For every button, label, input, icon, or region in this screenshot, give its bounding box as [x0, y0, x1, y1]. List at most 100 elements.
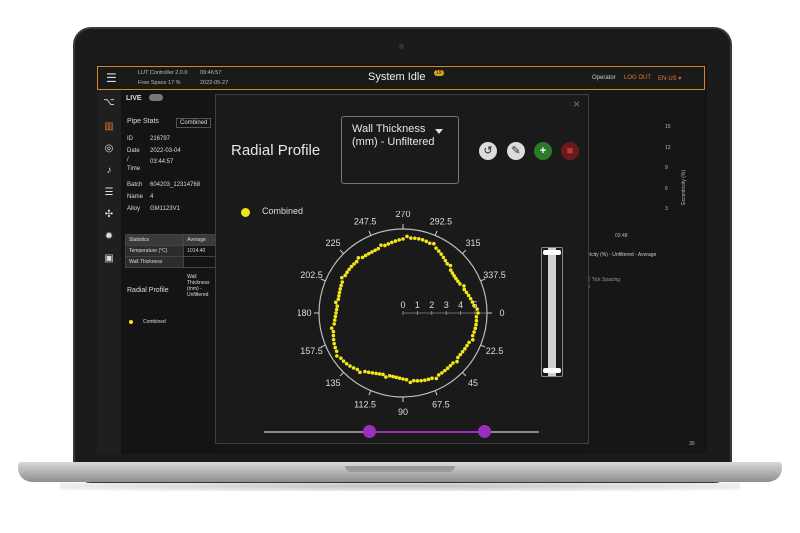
pipe-stats-title: Pipe Stats	[127, 118, 159, 125]
slider-start-knob[interactable]	[363, 425, 376, 438]
angle-tick	[434, 230, 438, 236]
check-circle-icon[interactable]: ◎	[103, 144, 115, 154]
angle-tick	[368, 230, 372, 236]
profile-point	[443, 368, 447, 373]
radial-tick-label: 4	[458, 300, 463, 310]
profile-point	[458, 282, 462, 286]
profile-point	[333, 345, 338, 350]
profile-point	[345, 270, 349, 275]
profile-point	[397, 238, 401, 242]
mode-select[interactable]: Combined	[176, 118, 212, 128]
language-select[interactable]: EN-US ▾	[658, 75, 681, 82]
profile-point	[354, 259, 359, 264]
profile-point	[455, 359, 459, 364]
vertical-range-slider[interactable]	[541, 247, 563, 377]
profile-point	[363, 253, 368, 258]
profile-point	[434, 246, 438, 250]
slider-range-fill	[369, 431, 484, 433]
profile-point	[387, 373, 392, 378]
network-icon[interactable]: ⌥	[103, 98, 115, 108]
profile-point	[472, 303, 476, 308]
angle-tick	[339, 249, 344, 254]
time-value: 03:44:57	[150, 159, 174, 165]
profile-point	[419, 378, 423, 383]
date-label: Date	[127, 148, 140, 154]
profile-point	[476, 311, 480, 315]
profile-point	[355, 367, 360, 372]
legend-label: Combined	[262, 206, 304, 216]
refresh-icon[interactable]: ↺	[479, 142, 497, 160]
eccentricity-axis-label: Eccentricity (%)	[681, 170, 687, 205]
profile-point	[423, 378, 427, 382]
profile-point	[356, 256, 361, 260]
profile-point	[472, 330, 476, 334]
profile-point	[470, 300, 475, 304]
profile-point	[471, 338, 475, 342]
logout-link[interactable]: LOG OUT	[624, 75, 651, 81]
profile-point	[331, 329, 336, 334]
profile-point	[475, 307, 479, 311]
chart-icon[interactable]: ▥	[103, 122, 115, 132]
profile-point	[436, 249, 441, 253]
clock-text: 09:46:57	[200, 70, 222, 76]
date-value: 2022-03-04	[150, 148, 181, 154]
add-icon[interactable]: +	[534, 142, 552, 160]
profile-point	[474, 318, 479, 323]
profile-point	[339, 356, 343, 360]
profile-point	[405, 234, 409, 239]
bell-icon[interactable]: ♪	[103, 166, 115, 176]
trash-icon[interactable]: ■	[561, 142, 579, 160]
angle-label: 247.5	[354, 217, 377, 227]
radial-tick-label: 0	[400, 300, 405, 310]
angle-tick	[462, 249, 467, 254]
profile-point	[358, 370, 362, 375]
batch-value: 604203_12314768	[150, 182, 201, 188]
angle-label: 292.5	[430, 217, 453, 227]
slider-end-knob[interactable]	[478, 425, 491, 438]
temperature-value: 1014.40	[183, 245, 217, 257]
profile-point	[393, 239, 398, 243]
profile-point	[420, 238, 425, 242]
profile-point	[333, 300, 338, 305]
profile-point	[467, 340, 471, 345]
profile-point	[458, 352, 463, 357]
profile-point	[331, 337, 336, 342]
profile-point	[335, 304, 339, 308]
camera	[399, 44, 404, 49]
profile-point	[349, 264, 354, 269]
profile-point	[445, 366, 450, 371]
alloy-label: Alloy	[127, 206, 141, 212]
list-icon[interactable]: ☰	[103, 188, 115, 198]
profile-point	[443, 258, 448, 263]
gear-icon[interactable]: ✹	[103, 232, 115, 242]
close-icon[interactable]: ×	[573, 97, 580, 111]
profile-point	[411, 378, 416, 383]
profile-point	[397, 376, 402, 380]
pencil-icon[interactable]: ✎	[507, 142, 525, 160]
wall-select[interactable]: Wall Thickness (mm) - Unfiltered	[187, 274, 217, 298]
profile-point	[337, 290, 342, 295]
id-label: ID	[127, 136, 133, 142]
radial-tick-label: 1	[415, 300, 420, 310]
radial-profile-dialog: × Radial Profile Wall Thickness (mm) - U…	[215, 94, 589, 444]
metric-dropdown[interactable]: Wall Thickness (mm) - Unfiltered	[341, 116, 459, 184]
move-icon[interactable]: ✣	[103, 210, 115, 220]
profile-point	[377, 372, 382, 376]
date-text: 2022-05-27	[200, 80, 229, 86]
horizontal-range-slider[interactable]	[264, 425, 539, 438]
angle-label: 180	[298, 308, 312, 318]
profile-point	[391, 374, 395, 379]
profile-point	[474, 322, 478, 327]
hamburger-icon[interactable]: ☰	[106, 71, 117, 85]
monitor-icon[interactable]: ▣	[103, 254, 115, 264]
live-toggle[interactable]	[149, 94, 163, 101]
profile-point	[390, 240, 394, 245]
profile-point	[415, 379, 420, 383]
profile-point	[329, 326, 334, 330]
combined-dot	[129, 320, 133, 324]
profile-point	[404, 377, 409, 382]
profile-point	[413, 236, 417, 241]
profile-point	[340, 280, 345, 284]
temperature-label: Temperature (°C)	[124, 245, 185, 257]
profile-point	[445, 262, 450, 266]
